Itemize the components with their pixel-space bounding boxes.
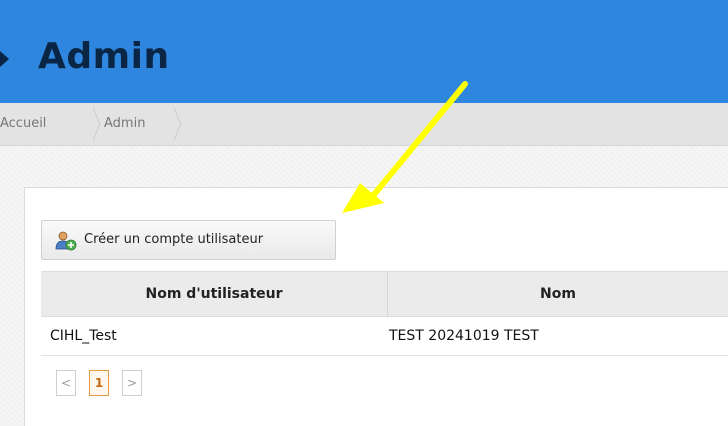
header-bullet-icon [0,51,9,67]
page-header: Admin [0,0,728,103]
column-header-username[interactable]: Nom d'utilisateur [41,272,388,316]
breadcrumb-separator [159,108,182,124]
breadcrumb-separator [159,124,182,140]
pagination-page-1[interactable]: 1 [89,370,109,396]
pagination-next-button[interactable]: > [122,370,142,396]
add-user-icon [55,231,77,251]
breadcrumb-separator [78,124,101,140]
breadcrumb-item-admin[interactable]: Admin [104,103,145,145]
cell-name: TEST 20241019 TEST [389,328,539,344]
pagination-prev-button[interactable]: < [56,370,76,396]
breadcrumb: Accueil Admin [0,103,728,146]
create-user-button[interactable]: Créer un compte utilisateur [41,220,336,260]
breadcrumb-item-accueil[interactable]: Accueil [0,103,46,145]
create-user-label: Créer un compte utilisateur [84,232,264,247]
cell-username: CIHL_Test [50,328,117,344]
column-header-name[interactable]: Nom [388,272,728,316]
table-row[interactable]: CIHL_Test TEST 20241019 TEST [41,317,728,356]
page-title: Admin [38,36,170,77]
breadcrumb-separator [78,108,101,124]
table-header: Nom d'utilisateur Nom [41,271,728,317]
